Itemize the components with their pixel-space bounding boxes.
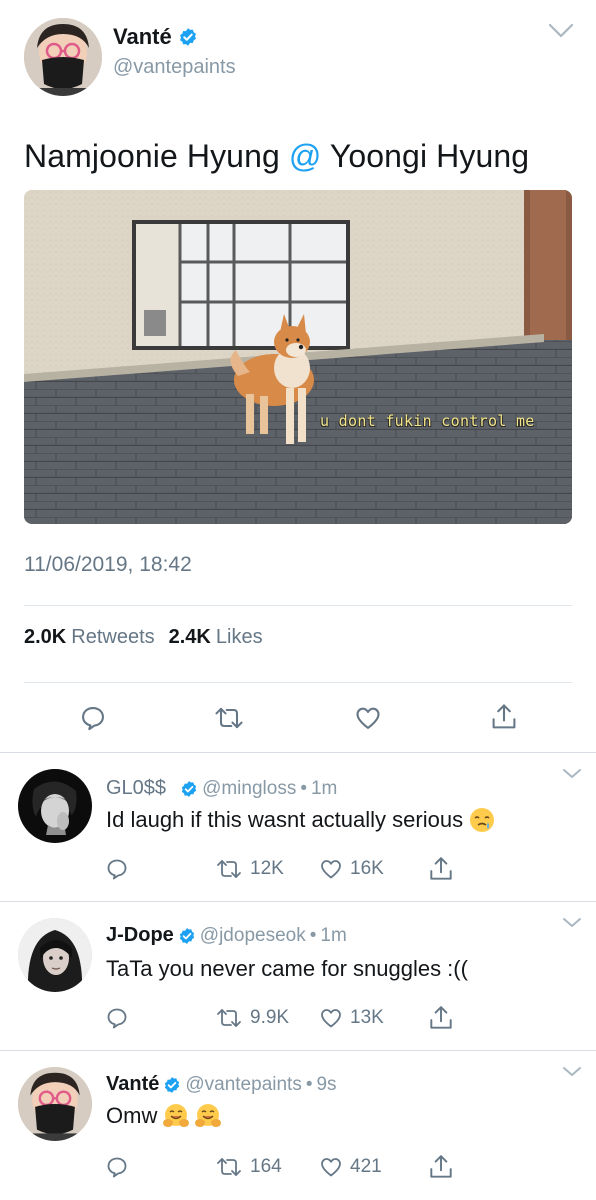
tweet-image[interactable]: u dont fukin control me [24,190,572,524]
likes-count: 2.4K [168,626,211,648]
like-icon [321,860,341,879]
reply-author-handle[interactable]: @vantepaints [185,1074,301,1096]
tweet-stats: 2.0K Retweets 2.4K Likes [24,626,263,649]
verified-badge-icon [165,1076,180,1093]
dog-on-roof-illustration [24,190,572,524]
author-name-text: Vanté [113,24,172,49]
retweet-count: 12K [250,858,284,879]
reply-header: GL0$$ @mingloss • 1m [106,777,337,800]
reply-time[interactable]: 9s [316,1074,336,1096]
retweet-icon [217,1158,241,1176]
reply-text-content: Omw [106,1103,158,1128]
hugging-face-emoji [195,1104,222,1127]
share-icon[interactable] [490,702,518,732]
reply-author-handle[interactable]: @mingloss [202,778,296,800]
chevron-down-icon[interactable] [548,22,574,40]
retweet-icon [217,1009,241,1027]
retweet-action[interactable]: 164 [214,1155,282,1179]
share-icon[interactable] [428,1153,454,1181]
reply-text: TaTa you never came for snuggles :(( [106,956,468,982]
reply-icon[interactable] [105,1155,129,1179]
chevron-down-icon[interactable] [562,916,582,930]
tweet-text: Namjoonie Hyung @ Yoongi Hyung [24,138,529,175]
reply-icon[interactable] [79,704,107,732]
like-icon [321,1009,341,1028]
tweet-timestamp[interactable]: 11/06/2019, 18:42 [24,553,192,577]
jdope-avatar[interactable] [18,918,92,992]
retweets-count: 2.0K [24,626,67,648]
separator-dot: • [300,777,307,799]
verified-badge-icon [179,927,194,944]
like-action[interactable]: 421 [318,1155,382,1179]
like-count: 16K [350,858,384,879]
retweets-label: Retweets [71,626,155,648]
hugging-face-emoji [163,1104,190,1127]
likes-stat[interactable]: 2.4K Likes [169,626,263,649]
verified-badge-icon [179,28,196,46]
retweet-icon [217,860,241,878]
reply-header: Vanté @vantepaints • 9s [106,1073,337,1096]
sleepy-face-emoji [470,808,495,832]
main-tweet: Vanté @vantepaints Namjoonie Hyung @ Yoo… [0,0,596,752]
reply-text-content: TaTa you never came for snuggles :(( [106,956,468,981]
chevron-down-icon[interactable] [562,767,582,781]
reply-time[interactable]: 1m [311,778,337,800]
reply-text: Id laugh if this wasnt actually serious [106,807,495,833]
share-icon[interactable] [428,1004,454,1032]
reply-icon[interactable] [105,857,129,881]
tweet-text-part: Yoongi Hyung [321,138,530,174]
reply-author-name[interactable]: Vanté [106,1073,159,1096]
share-icon[interactable] [428,855,454,883]
like-count: 421 [350,1156,382,1177]
reply-icon[interactable] [105,1006,129,1030]
separator-dot: • [309,924,317,946]
reply-text-content: Id laugh if this wasnt actually serious [106,807,464,832]
verified-badge-icon [181,780,197,797]
separator-dot: • [305,1073,313,1095]
like-count: 13K [350,1007,384,1028]
retweet-icon[interactable] [213,704,245,732]
reply-author-handle[interactable]: @jdopeseok [200,925,306,947]
reply-action-bar: 9.9K 13K [0,1004,596,1034]
main-author-handle[interactable]: @vantepaints [113,56,236,79]
retweet-count: 164 [250,1156,282,1177]
reply-time[interactable]: 1m [320,925,346,947]
like-action[interactable]: 16K [318,857,384,881]
like-icon[interactable] [354,704,382,732]
divider [24,605,572,606]
main-action-bar [0,700,596,736]
like-icon [321,1158,341,1177]
gloss-avatar[interactable] [18,769,92,843]
retweet-count: 9.9K [250,1007,290,1028]
chevron-down-icon[interactable] [562,1065,582,1079]
vante-avatar[interactable] [24,18,102,96]
image-caption: u dont fukin control me [320,412,535,430]
reply-action-bar: 12K 16K [0,855,596,885]
reply-author-name[interactable]: GL0$$ [106,777,166,800]
main-author-name[interactable]: Vanté [113,24,198,50]
vante-avatar[interactable] [18,1067,92,1141]
likes-label: Likes [215,626,263,648]
reply-header: J-Dope @jdopeseok • 1m [106,924,347,947]
like-action[interactable]: 13K [318,1006,384,1030]
divider [24,682,572,683]
retweet-action[interactable]: 9.9K [214,1006,289,1030]
reply-author-name[interactable]: J-Dope [106,924,174,947]
reply-action-bar: 164 421 [0,1153,596,1183]
reply-tweet[interactable]: J-Dope @jdopeseok • 1m TaTa you never ca… [0,902,596,1050]
reply-tweet[interactable]: GL0$$ @mingloss • 1m Id laugh if this wa… [0,753,596,901]
reply-text: Omw [106,1103,222,1129]
retweets-stat[interactable]: 2.0K Retweets [24,626,155,649]
tweet-text-part: Namjoonie Hyung [24,138,289,174]
reply-tweet[interactable]: Vanté @vantepaints • 9s Omw 164 421 [0,1051,596,1200]
retweet-action[interactable]: 12K [214,857,284,881]
mention-link[interactable]: @ [289,138,322,174]
